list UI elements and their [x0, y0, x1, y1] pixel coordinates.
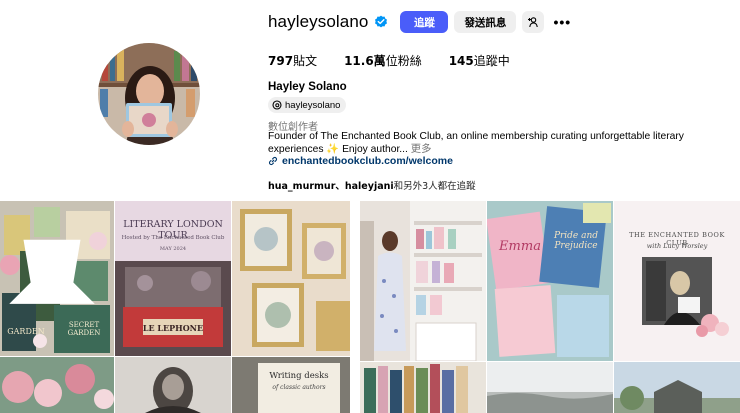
post-image [614, 362, 740, 413]
add-person-icon [528, 17, 539, 28]
post-tile[interactable]: Writing desks of classic authors [232, 357, 350, 413]
link-icon [268, 156, 278, 166]
username: hayleysolano [268, 12, 369, 31]
message-button[interactable]: 發送訊息 [454, 11, 517, 33]
followers-count: 11.6萬 [344, 54, 386, 68]
post-image [115, 357, 231, 413]
verified-badge-icon [375, 15, 388, 28]
writing-desks-title: Writing desks [269, 371, 329, 381]
post-tile[interactable] [232, 201, 350, 356]
bio-line-2: experiences ✨ Enjoy author... [268, 144, 408, 155]
post-tile[interactable] [115, 357, 231, 413]
tour-date: MAY 2024 [159, 246, 187, 252]
post-image [232, 201, 350, 356]
threads-icon [272, 100, 282, 110]
profile-bio: Founder of The Enchanted Book Club, an o… [268, 130, 708, 156]
following-stat[interactable]: 145追蹤中 [449, 52, 510, 69]
bio-more-link[interactable]: 更多 [408, 144, 432, 155]
full-name: Hayley Solano [268, 81, 347, 93]
avatar-photo [98, 43, 200, 145]
followed-by-names: hua_murmur、haleyjani [268, 181, 394, 192]
post-tile[interactable]: LITERARY LONDON TOUR Hosted by The Encha… [115, 201, 231, 356]
threads-handle: hayleysolano [285, 99, 341, 111]
post-image [487, 201, 613, 361]
post-tile[interactable] [360, 201, 486, 361]
more-options-icon[interactable]: ••• [553, 14, 571, 30]
follow-button[interactable]: 追蹤 [400, 11, 449, 33]
post-image [0, 357, 114, 413]
profile-link[interactable]: enchantedbookclub.com/welcome [268, 155, 453, 167]
post-tile[interactable]: THE ENCHANTED BOOK CLUB with Lucy Worsle… [614, 201, 740, 361]
post-tile[interactable]: Emma Pride and Prejudice [487, 201, 613, 361]
posts-stat[interactable]: 797貼文 [268, 52, 317, 69]
profile-stats: 797貼文 11.6萬位粉絲 145追蹤中 [268, 52, 537, 69]
pinned-post-icon [9, 239, 95, 340]
suggest-accounts-button[interactable] [522, 11, 545, 33]
bio-line-1: Founder of The Enchanted Book Club, an o… [268, 131, 684, 142]
book-title-emma: Emma [499, 239, 541, 254]
profile-header: hayleysolano 追蹤 發送訊息 ••• [268, 10, 571, 34]
threads-badge[interactable]: hayleysolano [268, 97, 347, 113]
followed-by[interactable]: hua_murmur、haleyjani和另外3人都在追蹤 [268, 178, 476, 192]
profile-avatar[interactable] [98, 43, 200, 145]
post-image [360, 201, 486, 361]
posts-label: 貼文 [293, 54, 318, 68]
post-tile[interactable] [614, 362, 740, 413]
book-club-sub: with Lucy Worsley [646, 242, 708, 250]
following-count: 145 [448, 54, 474, 68]
post-tile[interactable]: GARDEN SECRET GARDEN [0, 201, 114, 356]
book-title-pride: Pride and Prejudice [553, 231, 599, 251]
post-tile[interactable] [360, 362, 486, 413]
followers-label: 位粉絲 [385, 54, 422, 68]
followed-by-rest: 和另外3人都在追蹤 [393, 181, 476, 192]
post-image [360, 362, 486, 413]
post-tile[interactable] [0, 357, 114, 413]
following-label: 追蹤中 [473, 54, 510, 68]
followers-stat[interactable]: 11.6萬位粉絲 [344, 52, 422, 69]
post-tile[interactable] [487, 362, 613, 413]
post-image [614, 201, 740, 361]
posts-count: 797 [268, 54, 294, 68]
post-image [487, 362, 613, 413]
tour-subtitle: Hosted by The Enchanted Book Club [121, 235, 225, 241]
shop-sign: LE LEPHONE [142, 323, 204, 333]
writing-desks-sub: of classic authors [272, 384, 326, 391]
link-text: enchantedbookclub.com/welcome [282, 155, 453, 167]
